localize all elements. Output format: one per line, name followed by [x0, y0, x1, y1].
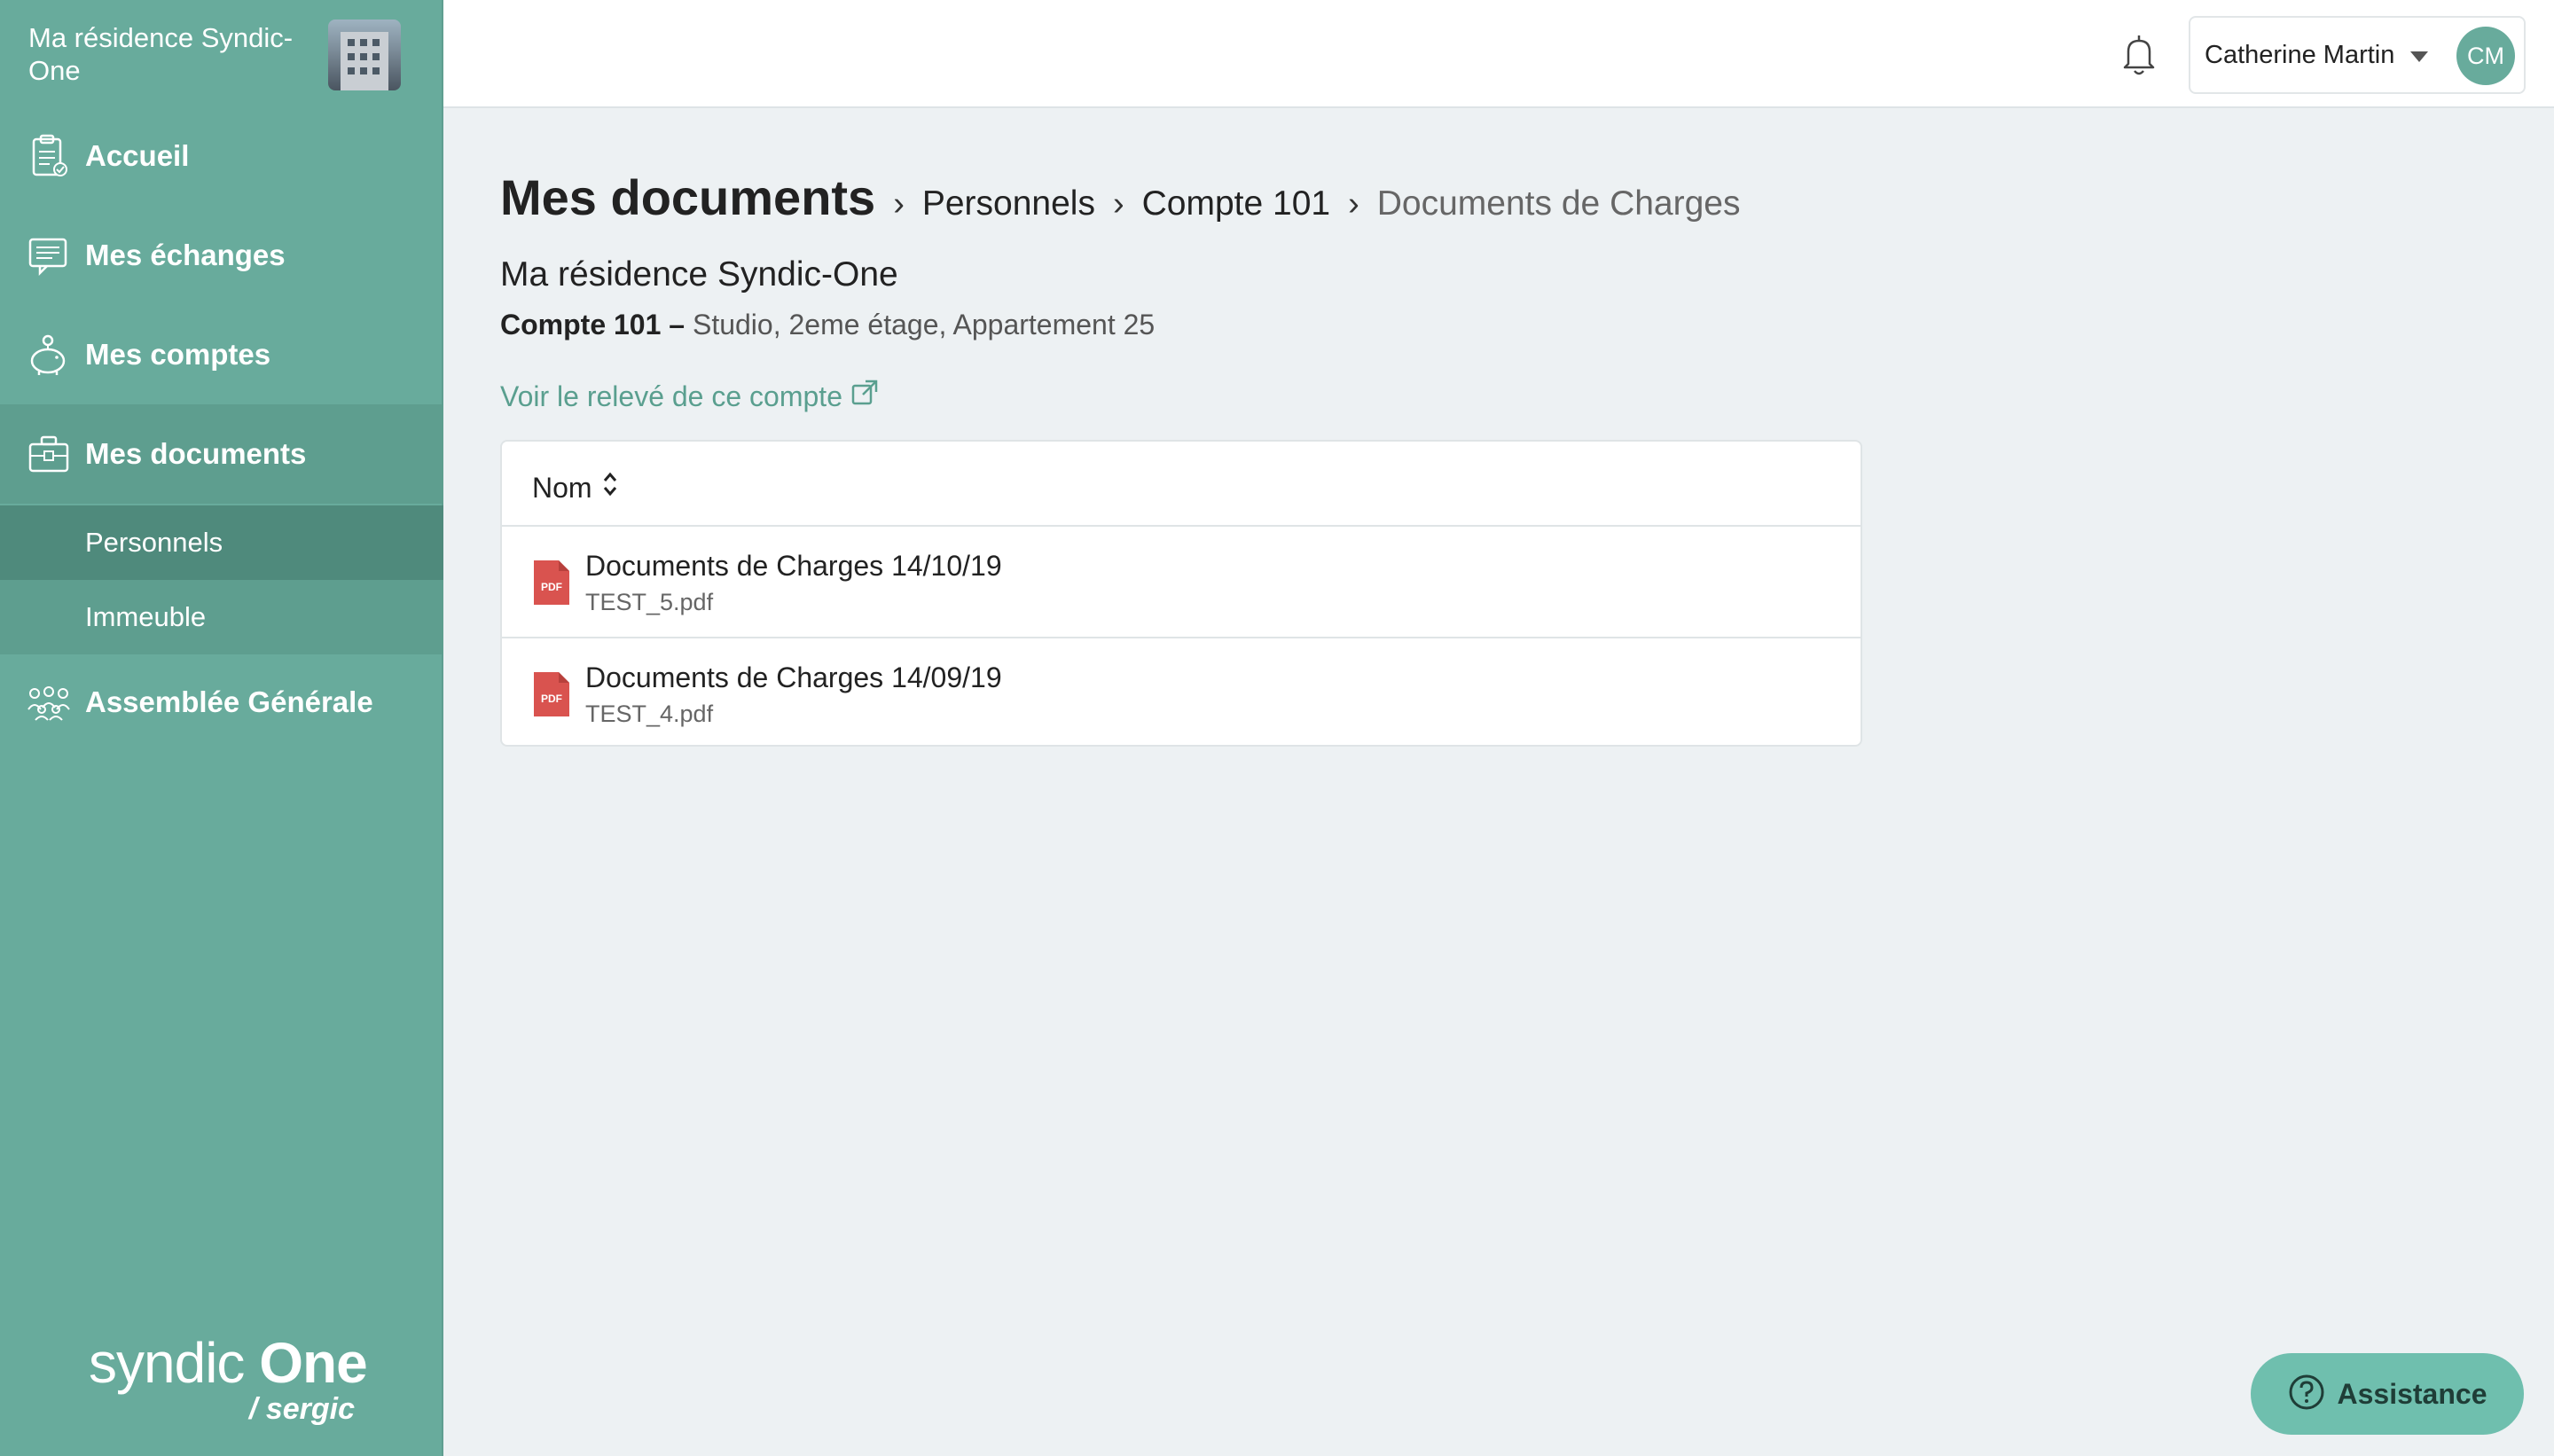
releve-link[interactable]: Voir le relevé de ce compte — [500, 378, 880, 415]
chat-icon — [27, 233, 71, 278]
brand-name: syndic One — [89, 1331, 368, 1395]
nav-item-comptes[interactable]: Mes comptes — [0, 305, 443, 404]
table-row[interactable]: PDF Documents de Charges 14/09/19 TEST_4… — [502, 637, 1861, 745]
pdf-icon: PDF — [532, 670, 571, 718]
nav-label: Accueil — [85, 139, 190, 172]
sidebar: Ma résidence Syndic-One Accueil Mes écha… — [0, 0, 443, 1456]
user-name: Catherine Martin — [2205, 41, 2395, 69]
column-header-nom: Nom — [532, 471, 592, 504]
nav-item-assemblee[interactable]: Assemblée Générale — [0, 653, 443, 752]
help-icon — [2288, 1374, 2325, 1415]
bell-icon[interactable] — [2118, 32, 2160, 78]
breadcrumb-separator: › — [1348, 185, 1359, 223]
breadcrumb-compte[interactable]: Compte 101 — [1142, 184, 1330, 223]
external-link-icon — [850, 378, 880, 415]
table-row[interactable]: PDF Documents de Charges 14/10/19 TEST_5… — [502, 527, 1861, 637]
svg-text:PDF: PDF — [541, 693, 562, 705]
releve-link-label: Voir le relevé de ce compte — [500, 380, 842, 412]
document-filename: TEST_5.pdf — [585, 589, 714, 615]
sort-name-header[interactable]: Nom — [532, 468, 619, 507]
breadcrumb-personnels[interactable]: Personnels — [922, 184, 1095, 223]
clipboard-icon — [27, 134, 71, 178]
residence-name: Ma résidence Syndic-One — [28, 22, 294, 86]
document-title: Documents de Charges 14/09/19 — [585, 661, 1002, 693]
nav-label: Mes échanges — [85, 239, 286, 271]
page-title[interactable]: Mes documents — [500, 168, 875, 226]
breadcrumb-separator: › — [1112, 185, 1124, 223]
pdf-icon: PDF — [532, 559, 571, 607]
piggy-bank-icon — [27, 333, 71, 377]
nav-item-accueil[interactable]: Accueil — [0, 106, 443, 206]
breadcrumb-separator: › — [893, 185, 905, 223]
residence-header[interactable]: Ma résidence Syndic-One — [0, 0, 443, 103]
document-filename: TEST_4.pdf — [585, 701, 714, 727]
account-info: Compte 101 – Studio, 2eme étage, Apparte… — [500, 309, 1155, 341]
svg-text:PDF: PDF — [541, 581, 562, 593]
table-header: Nom — [502, 442, 1861, 527]
avatar: CM — [2456, 27, 2515, 85]
sub-item-personnels[interactable]: Personnels — [0, 505, 443, 580]
documents-table: Nom PDF Documents de Charges 14/10/19 TE… — [500, 440, 1862, 747]
briefcase-icon — [27, 432, 71, 476]
residence-photo — [328, 20, 401, 90]
nav-label: Mes comptes — [85, 338, 271, 371]
account-label: Compte 101 – — [500, 309, 686, 341]
group-icon — [27, 680, 71, 724]
chevron-down-icon — [2410, 51, 2428, 62]
nav-label: Mes documents — [85, 437, 307, 470]
sub-item-label: Personnels — [85, 527, 223, 558]
breadcrumb: Mes documents › Personnels › Compte 101 … — [500, 168, 1740, 226]
sub-item-immeuble[interactable]: Immeuble — [0, 580, 443, 654]
sub-item-label: Immeuble — [85, 601, 207, 632]
sort-icon — [601, 468, 619, 507]
user-menu[interactable]: Catherine Martin CM — [2189, 16, 2526, 94]
assistance-label: Assistance — [2337, 1377, 2487, 1410]
residence-title: Ma résidence Syndic-One — [500, 255, 898, 294]
brand-sub: / sergic — [248, 1392, 355, 1426]
account-detail: Studio, 2eme étage, Appartement 25 — [692, 309, 1156, 341]
nav-label: Assemblée Générale — [85, 685, 373, 718]
nav-item-echanges[interactable]: Mes échanges — [0, 206, 443, 305]
nav-item-documents[interactable]: Mes documents — [0, 404, 443, 504]
assistance-button[interactable]: Assistance — [2251, 1353, 2524, 1435]
document-title: Documents de Charges 14/10/19 — [585, 550, 1002, 582]
brand-logo: syndic One / sergic — [89, 1330, 372, 1436]
breadcrumb-current: Documents de Charges — [1376, 184, 1741, 223]
topbar: Catherine Martin CM — [443, 0, 2554, 108]
